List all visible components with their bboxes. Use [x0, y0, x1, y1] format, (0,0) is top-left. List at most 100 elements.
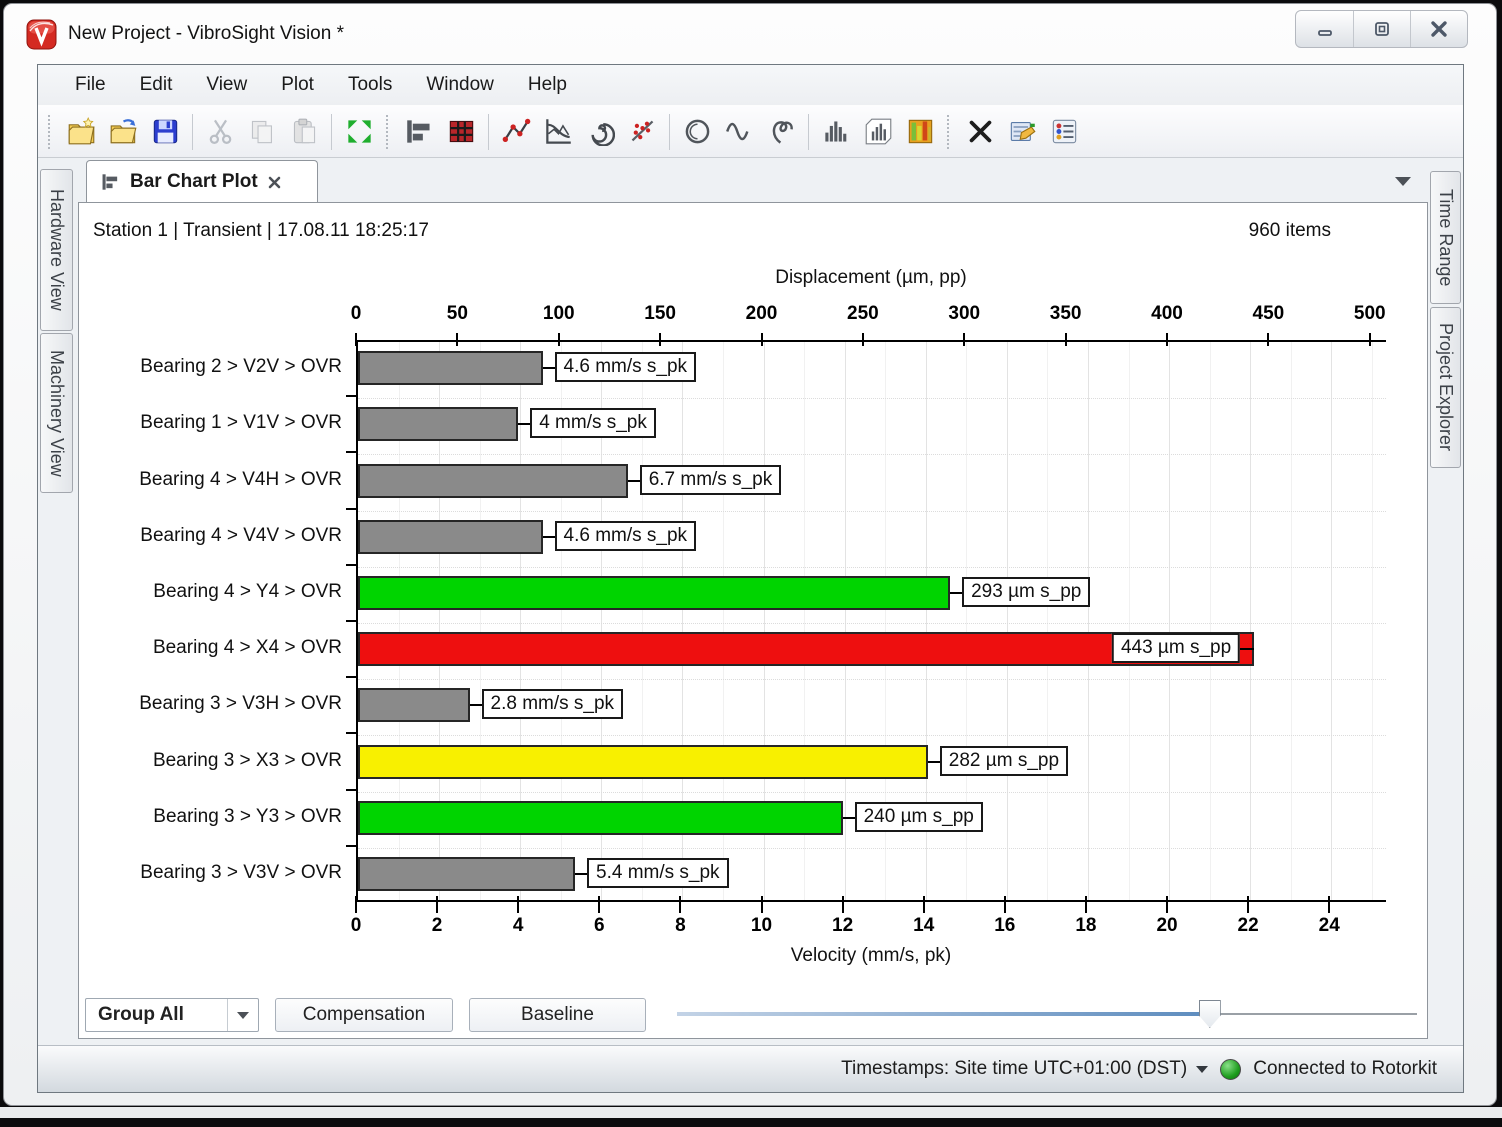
left-axis-tick — [346, 451, 356, 453]
polar-plot-button[interactable] — [760, 111, 802, 153]
row-separator — [358, 792, 1386, 793]
top-axis-tick — [862, 333, 864, 346]
bar[interactable] — [358, 857, 575, 891]
waterfall-plot-button[interactable] — [857, 111, 899, 153]
bottom-axis-tick-label: 20 — [1132, 915, 1202, 937]
cut-button[interactable] — [199, 111, 241, 153]
top-axis-tick-label: 0 — [321, 303, 391, 325]
value-label: 4.6 mm/s s_pk — [555, 352, 697, 382]
timestamps-dropdown-icon — [1196, 1066, 1208, 1073]
cut-icon — [206, 117, 235, 146]
slider-track-filled[interactable] — [677, 1012, 1210, 1016]
histogram-plot-button[interactable] — [815, 111, 857, 153]
side-tab-project-explorer[interactable]: Project Explorer — [1430, 307, 1461, 468]
bar-chart-plot-icon — [405, 117, 434, 146]
tab-bar-chart-plot[interactable]: Bar Chart Plot — [86, 160, 318, 203]
auto-fit-button[interactable] — [338, 111, 380, 153]
top-axis-tick — [1166, 333, 1168, 346]
value-label: 282 µm s_pp — [940, 746, 1068, 776]
tab-close-icon[interactable] — [267, 175, 282, 190]
bar[interactable] — [358, 688, 470, 722]
spiral-plot-button[interactable] — [579, 111, 621, 153]
bottom-axis-tick — [598, 896, 600, 913]
new-project-icon — [67, 117, 96, 146]
value-whisker — [1240, 648, 1254, 650]
side-tab-hardware-view[interactable]: Hardware View — [40, 169, 73, 331]
timestamps-dropdown[interactable]: Timestamps: Site time UTC+01:00 (DST) — [841, 1058, 1208, 1080]
menu-edit[interactable]: Edit — [123, 68, 190, 102]
left-axis-tick — [346, 845, 356, 847]
menu-help[interactable]: Help — [511, 68, 584, 102]
menu-tools[interactable]: Tools — [331, 68, 409, 102]
bar[interactable] — [358, 801, 843, 835]
tab-label: Bar Chart Plot — [130, 171, 258, 193]
close-button[interactable] — [1410, 11, 1467, 47]
bar[interactable] — [358, 464, 628, 498]
minimize-button[interactable] — [1296, 11, 1353, 47]
delete-button[interactable] — [959, 111, 1001, 153]
properties-button[interactable] — [1001, 111, 1043, 153]
bottom-axis-tick — [1004, 896, 1006, 913]
value-whisker — [470, 704, 482, 706]
bar[interactable] — [358, 745, 928, 779]
value-whisker — [843, 817, 855, 819]
bottom-axis-tick — [1328, 896, 1330, 913]
group-dropdown[interactable]: Group All — [85, 998, 259, 1032]
spectrogram-plot-button[interactable] — [899, 111, 941, 153]
copy-button[interactable] — [241, 111, 283, 153]
bar-chart-plot-button[interactable] — [398, 111, 440, 153]
top-axis-tick-label: 50 — [422, 303, 492, 325]
scatter-plot-icon — [628, 117, 657, 146]
menu-plot[interactable]: Plot — [264, 68, 331, 102]
group-dropdown-value: Group All — [86, 999, 227, 1031]
top-axis-title: Displacement (µm, pp) — [356, 267, 1386, 289]
row-separator — [358, 567, 1386, 568]
slider-handle[interactable] — [1199, 1000, 1221, 1028]
bottom-axis-tick — [1247, 896, 1249, 913]
gridline — [1210, 342, 1211, 900]
bar[interactable] — [358, 351, 543, 385]
legend-button[interactable] — [1043, 111, 1085, 153]
side-tab-time-range[interactable]: Time Range — [1430, 171, 1461, 304]
top-axis-tick — [456, 333, 458, 346]
compensation-button[interactable]: Compensation — [275, 998, 453, 1032]
new-project-button[interactable] — [60, 111, 102, 153]
category-label: Bearing 3 > Y3 > OVR — [79, 806, 342, 828]
orbit-plot-button[interactable] — [676, 111, 718, 153]
top-axis-tick-label: 350 — [1031, 303, 1101, 325]
side-tab-machinery-view[interactable]: Machinery View — [40, 333, 73, 493]
slider-track-empty[interactable] — [1210, 1013, 1417, 1015]
table-view-button[interactable] — [440, 111, 482, 153]
gridline — [1129, 342, 1130, 900]
waterfall-plot-icon — [864, 117, 893, 146]
category-label: Bearing 4 > X4 > OVR — [79, 637, 342, 659]
connection-status-icon — [1220, 1059, 1241, 1080]
app-icon — [26, 19, 57, 50]
menu-file[interactable]: File — [58, 68, 123, 102]
baseline-button[interactable]: Baseline — [469, 998, 646, 1032]
paste-button[interactable] — [283, 111, 325, 153]
group-dropdown-arrow[interactable] — [227, 999, 258, 1031]
top-axis-tick-label: 150 — [625, 303, 695, 325]
menu-window[interactable]: Window — [409, 68, 511, 102]
save-button[interactable] — [144, 111, 186, 153]
tab-list-dropdown-icon[interactable] — [1395, 177, 1411, 186]
open-project-button[interactable] — [102, 111, 144, 153]
bottom-axis-tick-label: 22 — [1213, 915, 1283, 937]
gridline — [1088, 342, 1089, 900]
waveform-plot-button[interactable] — [718, 111, 760, 153]
bar[interactable] — [358, 576, 950, 610]
bar[interactable] — [358, 407, 518, 441]
spectrum-plot-button[interactable] — [537, 111, 579, 153]
menu-view[interactable]: View — [189, 68, 264, 102]
maximize-button[interactable] — [1353, 11, 1410, 47]
gridline — [1047, 342, 1048, 900]
value-slider[interactable] — [677, 997, 1417, 1031]
delete-icon — [966, 117, 995, 146]
category-label: Bearing 3 > V3H > OVR — [79, 693, 342, 715]
histogram-plot-icon — [822, 117, 851, 146]
bar[interactable] — [358, 520, 543, 554]
scatter-plot-button[interactable] — [621, 111, 663, 153]
trend-plot-button[interactable] — [495, 111, 537, 153]
workspace: Hardware ViewMachinery View Time RangePr… — [38, 159, 1463, 1044]
